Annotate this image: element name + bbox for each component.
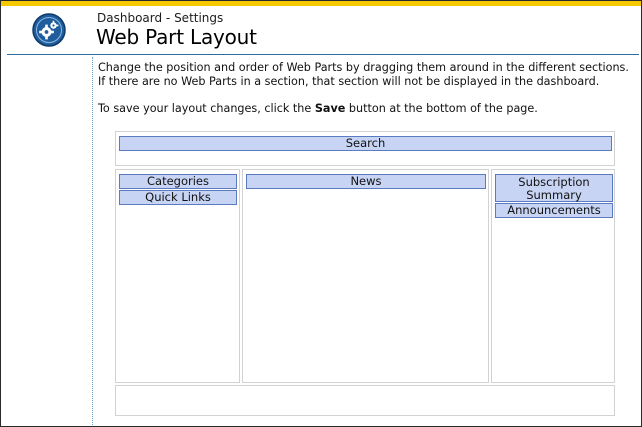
save-instructions: To save your layout changes, click the S… — [98, 102, 538, 115]
settings-window: Dashboard - Settings Web Part Layout Cha… — [0, 0, 642, 427]
save-note-after: button at the bottom of the page. — [345, 102, 538, 115]
instructions-line-2: If there are no Web Parts in a section, … — [98, 75, 600, 88]
breadcrumb: Dashboard - Settings — [97, 11, 224, 25]
top-zone: Search — [115, 131, 615, 166]
web-part-subscription-summary[interactable]: Subscription Summary — [495, 174, 613, 202]
bottom-zone — [115, 385, 615, 416]
right-zone: Subscription Summary Announcements — [491, 169, 615, 383]
web-part-categories[interactable]: Categories — [119, 174, 237, 189]
web-part-news[interactable]: News — [246, 174, 486, 189]
instructions-line-1: Change the position and order of Web Par… — [98, 61, 629, 74]
center-zone: News — [242, 169, 489, 383]
web-part-announcements[interactable]: Announcements — [495, 203, 613, 218]
gear-icon — [32, 13, 66, 47]
save-note-before: To save your layout changes, click the — [98, 102, 315, 115]
page-title: Web Part Layout — [96, 25, 257, 49]
save-keyword: Save — [314, 102, 346, 115]
left-guide-line — [92, 57, 93, 425]
web-part-quick-links[interactable]: Quick Links — [119, 190, 237, 205]
left-zone: Categories Quick Links — [115, 169, 240, 383]
page-header: Dashboard - Settings Web Part Layout — [1, 6, 641, 54]
web-part-search[interactable]: Search — [119, 136, 612, 151]
header-divider — [7, 54, 639, 55]
instructions-text: Change the position and order of Web Par… — [98, 61, 638, 89]
